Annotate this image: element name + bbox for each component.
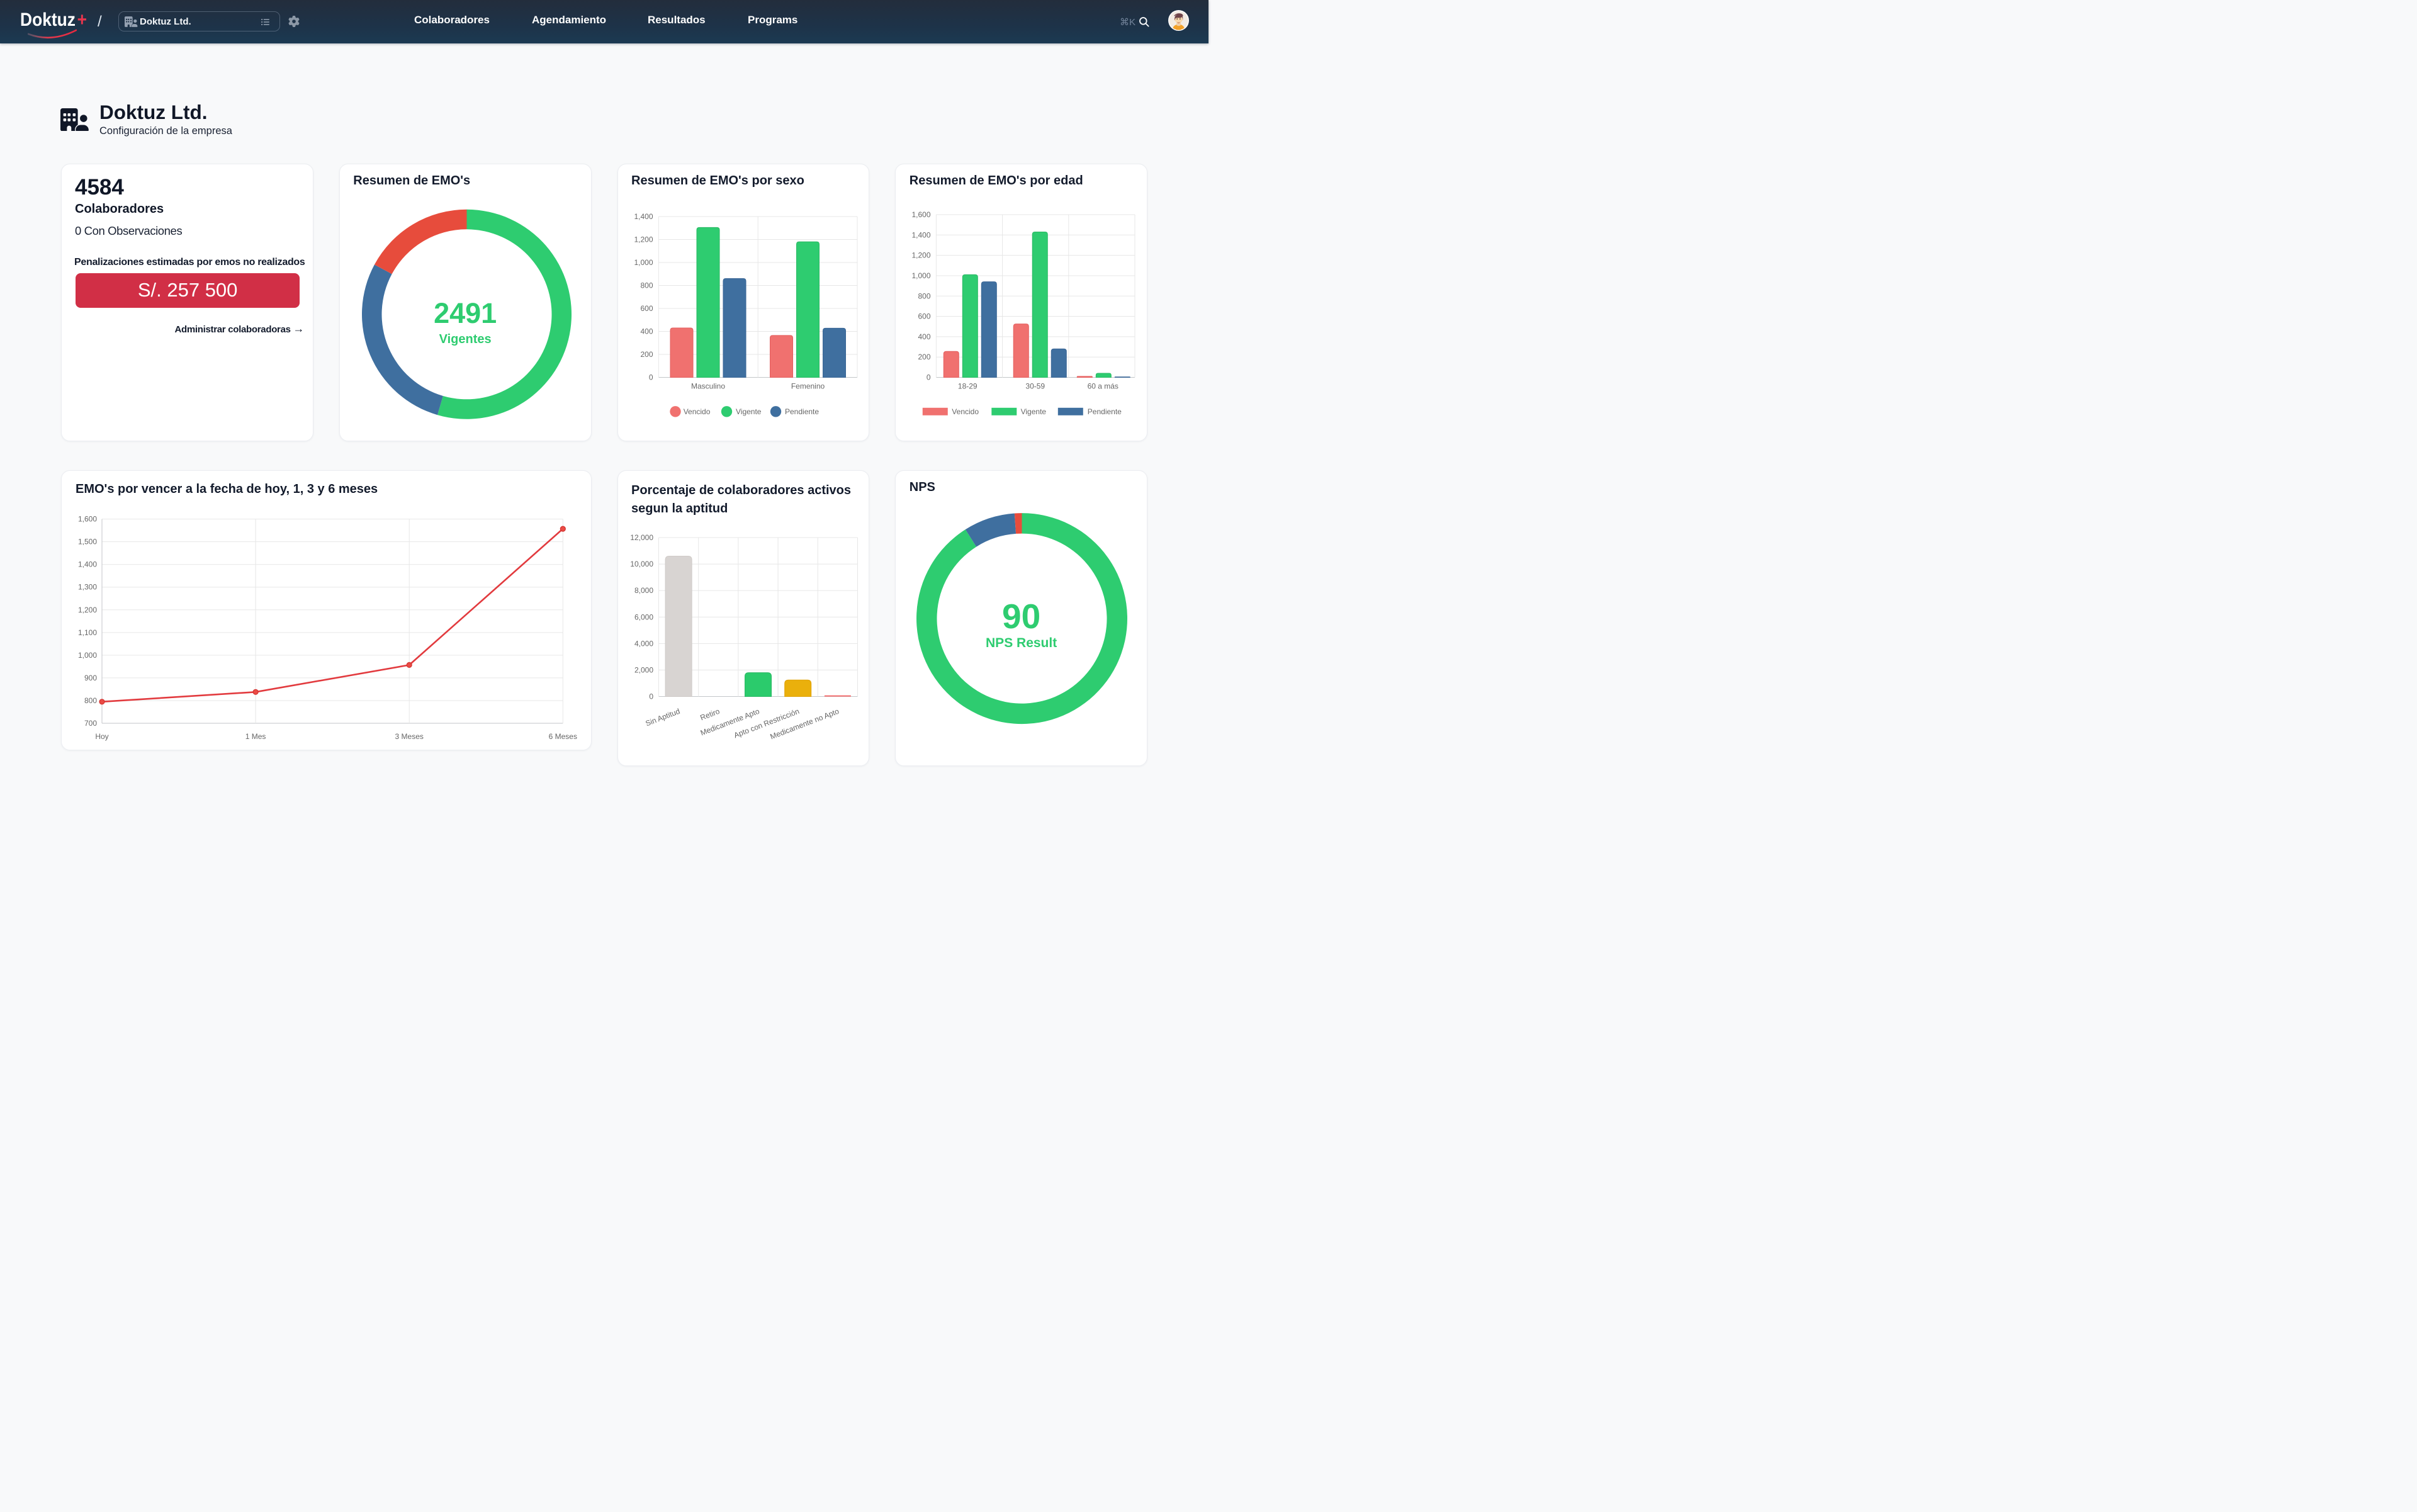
svg-text:30-59: 30-59 xyxy=(1026,382,1045,391)
svg-text:1,600: 1,600 xyxy=(912,210,931,219)
svg-text:0: 0 xyxy=(649,692,653,701)
svg-text:1 Mes: 1 Mes xyxy=(245,732,266,741)
svg-text:Medicamente no Apto: Medicamente no Apto xyxy=(769,707,840,742)
svg-text:1,000: 1,000 xyxy=(912,271,931,280)
svg-text:6,000: 6,000 xyxy=(634,612,653,621)
svg-text:Sin Aptitud: Sin Aptitud xyxy=(644,707,681,728)
svg-text:200: 200 xyxy=(918,353,931,361)
svg-text:1,000: 1,000 xyxy=(78,651,97,660)
svg-text:Vigente: Vigente xyxy=(736,407,762,416)
svg-text:1,200: 1,200 xyxy=(634,235,653,244)
svg-text:Masculino: Masculino xyxy=(690,382,724,391)
svg-text:800: 800 xyxy=(918,291,931,300)
svg-text:1,400: 1,400 xyxy=(912,230,931,239)
svg-text:6 Meses: 6 Meses xyxy=(549,732,577,741)
svg-text:600: 600 xyxy=(640,304,653,313)
svg-text:1,300: 1,300 xyxy=(78,583,97,592)
svg-text:0: 0 xyxy=(648,373,653,382)
svg-text:Vigente: Vigente xyxy=(1021,407,1047,416)
svg-text:1,000: 1,000 xyxy=(634,258,653,267)
svg-text:4,000: 4,000 xyxy=(634,639,653,648)
svg-text:10,000: 10,000 xyxy=(630,560,653,568)
svg-text:Femenino: Femenino xyxy=(791,382,825,391)
svg-text:1,400: 1,400 xyxy=(634,212,653,221)
svg-text:800: 800 xyxy=(640,281,653,290)
svg-text:600: 600 xyxy=(918,312,931,321)
svg-text:1,200: 1,200 xyxy=(78,606,97,614)
svg-text:18-29: 18-29 xyxy=(958,382,978,391)
svg-text:1,600: 1,600 xyxy=(78,515,97,524)
svg-text:700: 700 xyxy=(84,719,97,728)
svg-text:1,500: 1,500 xyxy=(78,538,97,546)
svg-text:Pendiente: Pendiente xyxy=(785,407,819,416)
svg-text:1,100: 1,100 xyxy=(78,628,97,637)
svg-text:1,400: 1,400 xyxy=(78,560,97,569)
svg-text:400: 400 xyxy=(640,327,653,336)
svg-text:Vencido: Vencido xyxy=(683,407,710,416)
svg-text:Retiro: Retiro xyxy=(699,707,721,723)
svg-text:400: 400 xyxy=(918,332,931,341)
svg-text:Vencido: Vencido xyxy=(952,407,979,416)
svg-text:60 a más: 60 a más xyxy=(1088,382,1118,391)
svg-text:Hoy: Hoy xyxy=(95,732,108,741)
svg-text:900: 900 xyxy=(84,674,97,682)
svg-text:8,000: 8,000 xyxy=(634,586,653,595)
svg-text:1,200: 1,200 xyxy=(912,251,931,260)
svg-text:0: 0 xyxy=(927,373,931,382)
svg-text:200: 200 xyxy=(640,350,653,359)
svg-text:Pendiente: Pendiente xyxy=(1088,407,1122,416)
svg-text:Apto con Restricción: Apto con Restricción xyxy=(733,707,801,740)
svg-text:2,000: 2,000 xyxy=(634,665,653,674)
svg-text:800: 800 xyxy=(84,696,97,705)
svg-text:3 Meses: 3 Meses xyxy=(395,732,424,741)
svg-text:12,000: 12,000 xyxy=(630,533,653,542)
